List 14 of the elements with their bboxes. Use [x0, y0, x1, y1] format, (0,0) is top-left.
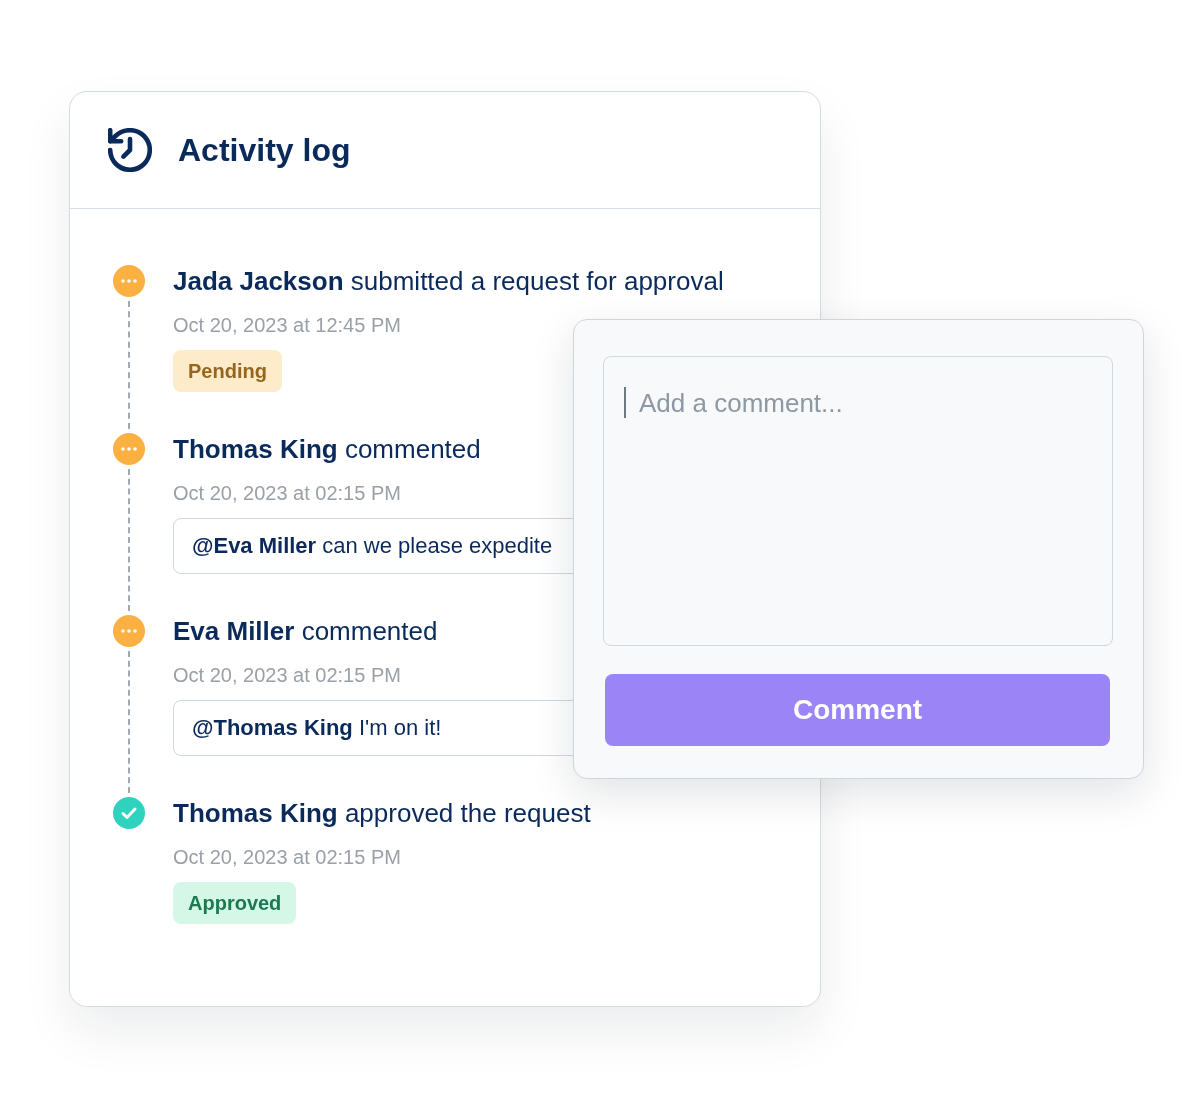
comment-button[interactable]: Comment: [605, 674, 1110, 746]
event-title: Jada Jackson submitted a request for approval: [173, 265, 724, 297]
event-time: Oct 20, 2023 at 02:15 PM: [173, 845, 401, 870]
status-badge: Pending: [173, 350, 282, 392]
event-time: Oct 20, 2023 at 02:15 PM: [173, 663, 401, 688]
event-title: Eva Miller commented: [173, 615, 438, 647]
event-time: Oct 20, 2023 at 12:45 PM: [173, 313, 401, 338]
status-badge: Approved: [173, 882, 297, 924]
comment-field[interactable]: Add a comment...: [603, 356, 1113, 646]
event-title: Thomas King commented: [173, 433, 481, 465]
event-title: Thomas King approved the request: [173, 797, 591, 829]
history-icon: [108, 128, 152, 172]
panel-title: Activity log: [178, 131, 351, 170]
event-time: Oct 20, 2023 at 02:15 PM: [173, 481, 401, 506]
